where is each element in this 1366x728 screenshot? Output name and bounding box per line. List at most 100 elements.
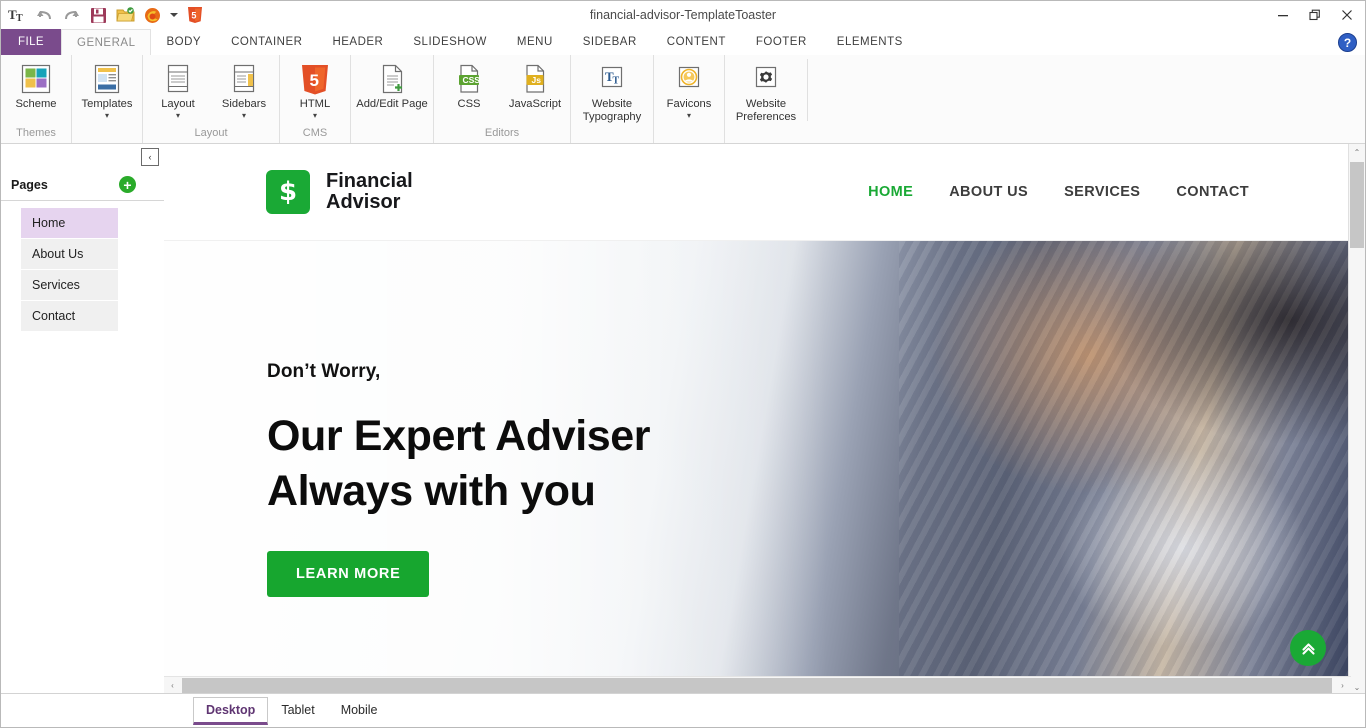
double-chevron-up-icon[interactable] bbox=[1290, 630, 1326, 666]
templates-caret-icon[interactable]: ▾ bbox=[105, 111, 109, 120]
preview-dropdown-caret[interactable] bbox=[169, 5, 178, 25]
pages-panel: ‹ Pages + Home About Us Services Contact bbox=[1, 144, 165, 727]
horizontal-scroll-thumb[interactable] bbox=[182, 678, 1332, 693]
ribbon-divider bbox=[807, 59, 808, 121]
preview-horizontal-scrollbar[interactable]: ‹ › bbox=[164, 676, 1351, 694]
svg-text:T: T bbox=[613, 76, 620, 87]
group-label-cms: CMS bbox=[302, 127, 328, 139]
website-preferences-icon bbox=[751, 62, 781, 96]
preview-canvas: $ Financial Advisor HOME ABOUT US SERVIC… bbox=[164, 144, 1349, 679]
nav-link-contact[interactable]: CONTACT bbox=[1176, 184, 1249, 200]
tab-general[interactable]: GENERAL bbox=[61, 29, 152, 56]
group-label-preferences bbox=[725, 125, 807, 143]
save-icon[interactable] bbox=[88, 5, 108, 25]
ribbon-group-pages: Add/Edit Page bbox=[350, 55, 433, 143]
tab-body[interactable]: BODY bbox=[151, 29, 216, 55]
close-icon[interactable] bbox=[1331, 2, 1363, 28]
tab-file[interactable]: FILE bbox=[1, 29, 61, 55]
layout-caret-icon[interactable]: ▾ bbox=[176, 111, 180, 120]
quick-access-toolbar: TT 5 bbox=[1, 1, 205, 29]
redo-icon[interactable] bbox=[61, 5, 81, 25]
window-title: financial-advisor-TemplateToaster bbox=[589, 8, 777, 22]
html-label: HTML bbox=[299, 98, 331, 110]
device-tab-tablet[interactable]: Tablet bbox=[268, 697, 328, 723]
device-tab-desktop[interactable]: Desktop bbox=[193, 697, 269, 725]
hero-slideshow[interactable]: Don’t Worry, Our Expert Adviser Always w… bbox=[164, 241, 1349, 679]
page-item-home[interactable]: Home bbox=[21, 208, 118, 239]
layout-button[interactable]: Layout ▾ bbox=[145, 57, 211, 120]
website-preferences-label: Website Preferences bbox=[735, 98, 797, 123]
svg-text:Js: Js bbox=[532, 74, 542, 84]
site-brand[interactable]: $ Financial Advisor bbox=[266, 170, 413, 214]
device-tabs: Desktop Tablet Mobile bbox=[193, 693, 391, 725]
css-file-icon: CSS bbox=[454, 62, 484, 96]
vertical-scroll-thumb[interactable] bbox=[1350, 162, 1364, 248]
tab-header[interactable]: HEADER bbox=[317, 29, 398, 55]
tab-sidebar[interactable]: SIDEBAR bbox=[568, 29, 652, 55]
preview-firefox-icon[interactable] bbox=[142, 5, 162, 25]
scroll-left-icon[interactable]: ‹ bbox=[164, 677, 181, 694]
page-item-services[interactable]: Services bbox=[21, 270, 118, 301]
add-edit-page-button[interactable]: Add/Edit Page bbox=[353, 57, 431, 111]
css-label: CSS bbox=[457, 98, 481, 110]
maximize-icon[interactable] bbox=[1299, 2, 1331, 28]
tab-footer[interactable]: FOOTER bbox=[741, 29, 822, 55]
scheme-button[interactable]: Scheme bbox=[3, 57, 69, 111]
ribbon-group-favicons: Favicons ▾ bbox=[653, 55, 724, 143]
group-label-favicons bbox=[654, 125, 724, 143]
tab-content[interactable]: CONTENT bbox=[652, 29, 741, 55]
html-button[interactable]: 5 HTML ▾ bbox=[282, 57, 348, 120]
hero-copy: Don’t Worry, Our Expert Adviser Always w… bbox=[267, 361, 651, 597]
title-bar: TT 5 financial-advisor-TemplateToaster bbox=[1, 1, 1365, 29]
tab-slideshow[interactable]: SLIDESHOW bbox=[398, 29, 502, 55]
nav-link-about-us[interactable]: ABOUT US bbox=[949, 184, 1028, 200]
website-preview-area[interactable]: $ Financial Advisor HOME ABOUT US SERVIC… bbox=[164, 144, 1365, 727]
templatetoaster-window: TT 5 financial-advisor-TemplateToaster F… bbox=[0, 0, 1366, 728]
page-item-contact[interactable]: Contact bbox=[21, 301, 118, 332]
sidebars-label: Sidebars bbox=[221, 98, 267, 110]
page-item-about-us[interactable]: About Us bbox=[21, 239, 118, 270]
ribbon-group-themes: Scheme Themes bbox=[1, 55, 71, 143]
layout-icon bbox=[162, 62, 194, 96]
tab-container[interactable]: CONTAINER bbox=[216, 29, 317, 55]
favicons-button[interactable]: Favicons ▾ bbox=[656, 57, 722, 120]
svg-text:T: T bbox=[16, 13, 23, 23]
html5-export-icon[interactable]: 5 bbox=[185, 5, 205, 25]
tab-menu[interactable]: MENU bbox=[502, 29, 568, 55]
add-edit-page-label: Add/Edit Page bbox=[356, 98, 428, 110]
website-preferences-button[interactable]: Website Preferences bbox=[727, 57, 805, 123]
scroll-up-icon[interactable]: ⌃ bbox=[1349, 144, 1365, 161]
layout-label: Layout bbox=[161, 98, 195, 110]
typography-icon[interactable]: TT bbox=[7, 5, 27, 25]
hero-title-line-2: Always with you bbox=[267, 467, 596, 515]
open-folder-icon[interactable] bbox=[115, 5, 135, 25]
templates-button[interactable]: Templates ▾ bbox=[74, 57, 140, 120]
sidebars-icon bbox=[228, 62, 260, 96]
add-page-button[interactable]: + bbox=[119, 176, 136, 193]
scroll-right-icon[interactable]: › bbox=[1334, 677, 1351, 694]
sidebars-caret-icon[interactable]: ▾ bbox=[242, 111, 246, 120]
sidebars-button[interactable]: Sidebars ▾ bbox=[211, 57, 277, 120]
pages-panel-header: Pages + bbox=[1, 170, 164, 201]
nav-link-home[interactable]: HOME bbox=[868, 184, 913, 200]
preview-vertical-scrollbar[interactable]: ⌃ ⌄ bbox=[1348, 144, 1365, 696]
help-icon[interactable]: ? bbox=[1338, 33, 1357, 52]
learn-more-button[interactable]: LEARN MORE bbox=[267, 551, 430, 597]
favicons-caret-icon[interactable]: ▾ bbox=[687, 111, 691, 120]
undo-icon[interactable] bbox=[34, 5, 54, 25]
website-typography-button[interactable]: TT Website Typography bbox=[573, 57, 651, 123]
website-typography-icon: TT bbox=[597, 62, 627, 96]
hero-title-line-1: Our Expert Adviser bbox=[267, 412, 651, 460]
js-file-icon: Js bbox=[520, 62, 550, 96]
html-caret-icon[interactable]: ▾ bbox=[313, 111, 317, 120]
device-tab-mobile[interactable]: Mobile bbox=[327, 697, 391, 723]
nav-link-services[interactable]: SERVICES bbox=[1064, 184, 1140, 200]
group-label-themes: Themes bbox=[16, 127, 56, 139]
collapse-panel-button[interactable]: ‹ bbox=[141, 148, 159, 166]
templates-icon bbox=[91, 62, 123, 96]
tab-elements[interactable]: ELEMENTS bbox=[822, 29, 918, 55]
css-button[interactable]: CSS CSS bbox=[436, 57, 502, 111]
ribbon-toolbar: Scheme Themes Templates ▾ Layout ▾ Sideb… bbox=[1, 55, 1365, 144]
minimize-icon[interactable] bbox=[1267, 2, 1299, 28]
javascript-button[interactable]: Js JavaScript bbox=[502, 57, 568, 111]
